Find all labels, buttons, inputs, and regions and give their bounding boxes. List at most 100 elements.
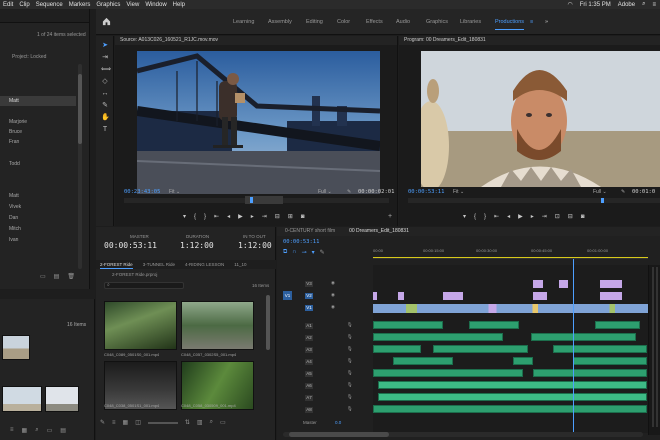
hand-tool-icon[interactable]: ✋ <box>101 114 110 122</box>
extract-icon[interactable]: ⊟ <box>568 213 573 220</box>
audio-clip[interactable] <box>513 357 533 365</box>
work-area-bar[interactable] <box>373 257 648 258</box>
track-header-v3[interactable]: V3 ◉ <box>277 279 373 288</box>
program-fit-dropdown[interactable]: Fit ⌄ <box>453 189 464 195</box>
source-monitor-title[interactable]: Source: A013C026_160521_R1JC.mov.mov <box>115 36 397 45</box>
freeform-view-icon[interactable]: ◫ <box>135 419 141 426</box>
bin-search-input[interactable]: ⌕ <box>104 282 184 289</box>
tab-libraries[interactable]: Libraries <box>460 19 481 25</box>
audio-clip[interactable] <box>373 321 443 329</box>
list-item[interactable]: Matt <box>0 191 76 201</box>
razor-tool-icon[interactable]: ◇ <box>101 78 109 86</box>
tab-sequence-century[interactable]: 0-CENTURY short film <box>285 227 335 236</box>
mark-in-icon[interactable]: { <box>194 214 196 220</box>
tab-color[interactable]: Color <box>337 19 350 25</box>
track-header-a2[interactable]: A2 🎙 <box>277 333 373 342</box>
type-tool-icon[interactable]: T <box>101 126 109 134</box>
program-monitor-title[interactable]: Program: 00 Dreamers_Edit_180831 <box>399 36 660 45</box>
track-header-v1[interactable]: V1 ◉ <box>277 303 373 312</box>
audio-clip[interactable] <box>378 393 647 401</box>
list-item[interactable]: Todd <box>0 159 76 169</box>
timeline-scrollbar[interactable] <box>283 432 643 437</box>
play-icon[interactable]: ▶ <box>518 213 523 220</box>
menu-markers[interactable]: Markers <box>66 2 94 8</box>
v1-source-patch[interactable]: V1 <box>283 291 292 300</box>
go-to-in-icon[interactable]: ⇤ <box>214 213 219 220</box>
track-header-a6[interactable]: A6 🎙 <box>277 381 373 390</box>
timeline-clip[interactable] <box>559 280 568 288</box>
bin-scrollbar[interactable] <box>266 295 270 350</box>
step-back-icon[interactable]: ◂ <box>507 213 510 220</box>
audio-clip[interactable] <box>393 357 453 365</box>
audio-clip[interactable] <box>469 321 519 329</box>
icon-view-icon[interactable]: ▦ <box>22 427 28 434</box>
audio-clip[interactable] <box>378 381 647 389</box>
clip-thumbnail[interactable] <box>2 335 30 360</box>
audio-clip[interactable] <box>373 369 523 377</box>
audio-clip[interactable] <box>373 333 503 341</box>
timeline-clip[interactable] <box>373 304 648 313</box>
timeline-clip[interactable] <box>533 292 547 300</box>
tab-bin-tunnel-ride[interactable]: 3-TUNNEL Ride <box>143 260 175 269</box>
timeline-clip[interactable] <box>443 292 463 300</box>
audio-clip[interactable] <box>573 357 647 365</box>
list-item[interactable]: Vivek <box>0 202 76 212</box>
folder-icon[interactable]: ▭ <box>40 273 46 280</box>
tab-learning[interactable]: Learning <box>233 19 254 25</box>
add-marker-icon[interactable]: ▾ <box>312 249 315 256</box>
home-icon[interactable] <box>102 17 111 26</box>
marker-icon[interactable]: ▾ <box>463 213 466 220</box>
timeline-clip[interactable] <box>398 292 404 300</box>
search-icon[interactable]: ⌕ <box>210 419 213 426</box>
mark-out-icon[interactable]: } <box>484 214 486 220</box>
list-item[interactable]: Dan <box>0 213 76 223</box>
tab-bin-11-10[interactable]: 11_10 <box>234 260 246 269</box>
track-header-a3[interactable]: A3 🎙 <box>277 345 373 354</box>
go-to-out-icon[interactable]: ⇥ <box>542 213 547 220</box>
tab-audio[interactable]: Audio <box>396 19 410 25</box>
program-quality-dropdown[interactable]: Full ⌄ <box>593 189 607 195</box>
list-item[interactable]: Matt <box>0 96 76 106</box>
trash-icon[interactable]: 🗑 <box>67 273 75 280</box>
automate-icon[interactable]: ▥ <box>197 419 203 426</box>
audio-clip[interactable] <box>373 405 647 413</box>
slip-tool-icon[interactable]: ↔ <box>101 90 109 98</box>
menu-view[interactable]: View <box>123 2 142 8</box>
selection-tool-icon[interactable]: ➤ <box>101 42 109 50</box>
new-item-icon[interactable]: ▤ <box>54 273 60 280</box>
play-icon[interactable]: ▶ <box>238 213 243 220</box>
clip-thumbnail[interactable] <box>181 301 254 350</box>
source-video-frame[interactable] <box>137 51 380 194</box>
tab-graphics[interactable]: Graphics <box>426 19 448 25</box>
source-scrubber[interactable] <box>124 196 389 204</box>
in-to-out-timecode[interactable]: 1:12:00 <box>238 241 272 250</box>
menu-graphics[interactable]: Graphics <box>93 2 123 8</box>
add-button-icon[interactable]: + <box>388 213 392 220</box>
source-fit-dropdown[interactable]: Fit ⌄ <box>169 189 180 195</box>
lift-icon[interactable]: ⊡ <box>555 213 560 220</box>
audio-clip[interactable] <box>553 345 647 353</box>
zoom-slider[interactable] <box>147 421 178 424</box>
playhead[interactable] <box>573 259 574 434</box>
go-to-out-icon[interactable]: ⇥ <box>262 213 267 220</box>
wifi-icon[interactable]: ◠ <box>567 1 572 8</box>
audio-clip[interactable] <box>433 345 528 353</box>
step-back-icon[interactable]: ◂ <box>227 213 230 220</box>
search-icon[interactable]: ⌕ <box>35 427 38 434</box>
tab-sequence-dreamers[interactable]: 00 Dreamers_Edit_180831 <box>349 227 409 236</box>
list-item[interactable]: Marjorie <box>0 117 76 127</box>
menu-sequence[interactable]: Sequence <box>33 2 66 8</box>
menu-list-icon[interactable]: ≡ <box>652 2 656 8</box>
audio-clip[interactable] <box>373 345 421 353</box>
duration-timecode[interactable]: 1:12:00 <box>180 241 214 250</box>
list-item[interactable]: Fran <box>0 137 76 147</box>
snap-icon[interactable]: ∩ <box>292 249 296 256</box>
track-header-v2[interactable]: V1 V2 ◉ <box>277 291 373 300</box>
program-scrubber[interactable] <box>408 198 660 203</box>
step-forward-icon[interactable]: ▸ <box>531 213 534 220</box>
menu-help[interactable]: Help <box>170 2 188 8</box>
list-item[interactable]: Ivan <box>0 235 76 245</box>
tab-assembly[interactable]: Assembly <box>268 19 292 25</box>
export-frame-icon[interactable]: ◙ <box>301 214 305 220</box>
track-header-a5[interactable]: A5 🎙 <box>277 369 373 378</box>
